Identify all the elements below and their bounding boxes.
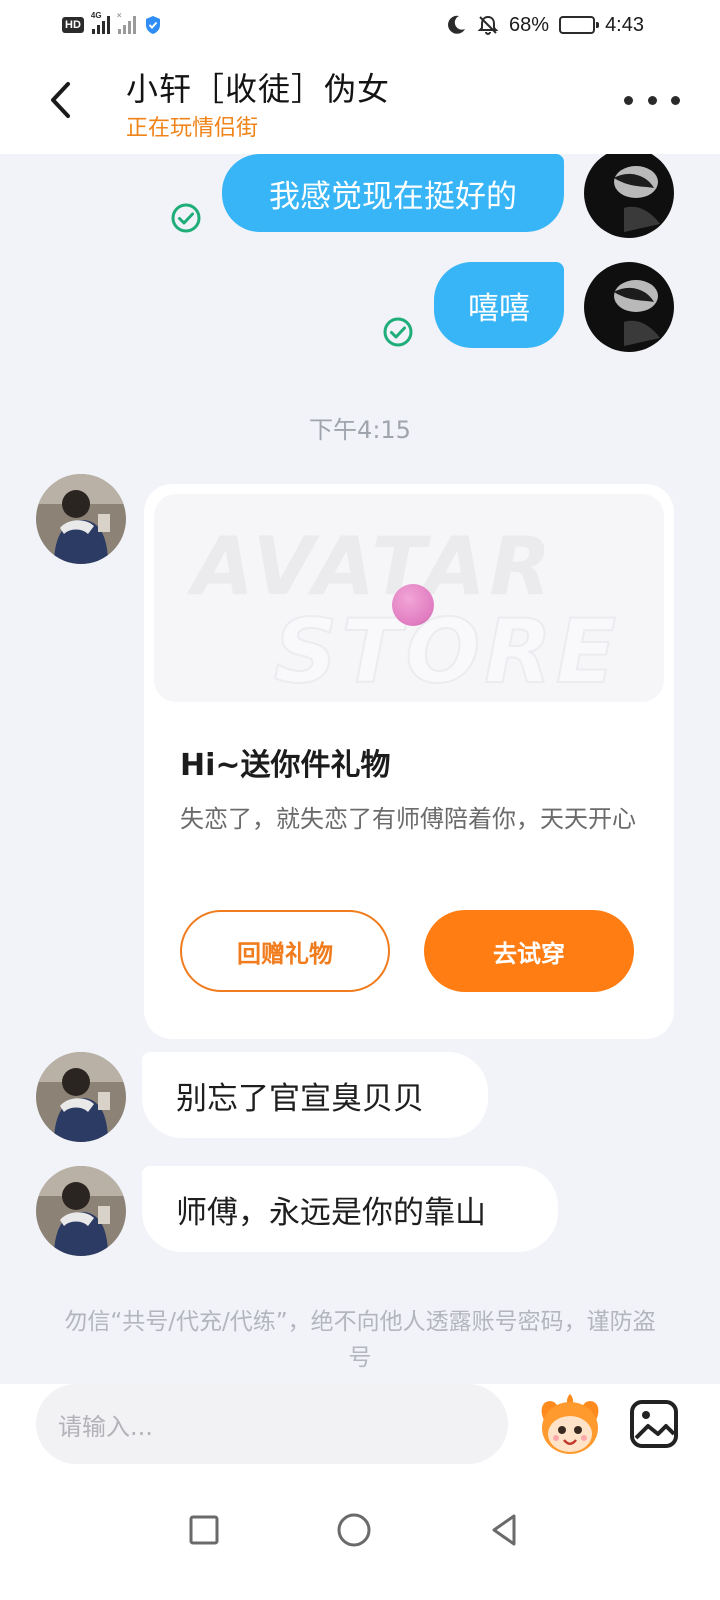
mute-bell-icon xyxy=(477,15,499,35)
message-input-placeholder: 请输入... xyxy=(58,1412,153,1441)
message-text: 师傅，永远是你的靠山 xyxy=(176,1194,486,1231)
status-bar: HD 4G × 68% 4:43 xyxy=(0,0,720,48)
chevron-left-icon xyxy=(51,82,70,118)
read-check-icon xyxy=(171,203,201,233)
gift-card[interactable]: AVATAR STORE Hi~送你件礼物 失恋了，就失恋了有师傅陪着你，天天开… xyxy=(144,484,674,1039)
more-dots-icon xyxy=(624,95,633,105)
friend-avatar[interactable] xyxy=(36,1166,126,1256)
input-bar: 请输入... xyxy=(0,1384,720,1480)
moon-icon xyxy=(448,15,466,34)
status-bar-right: 68% 4:43 xyxy=(445,12,644,38)
message-timestamp: 下午4:15 xyxy=(309,416,411,444)
outgoing-message-bubble[interactable]: 我感觉现在挺好的 xyxy=(222,154,564,232)
signal-strength-icon: 4G xyxy=(91,11,110,34)
incoming-message-bubble[interactable]: 师傅，永远是你的靠山 xyxy=(142,1166,558,1252)
back-button[interactable] xyxy=(40,76,80,124)
my-avatar-image xyxy=(584,262,674,352)
back-triangle-icon[interactable] xyxy=(484,1510,524,1550)
chat-subtitle: 正在玩情侣街 xyxy=(126,116,259,141)
try-on-label: 去试穿 xyxy=(493,939,565,968)
return-gift-button[interactable]: 回赠礼物 xyxy=(180,910,390,992)
home-icon[interactable] xyxy=(334,1510,374,1550)
gift-banner-image: AVATAR STORE xyxy=(154,494,664,702)
recent-apps-icon[interactable] xyxy=(184,1510,224,1550)
status-bar-left: HD 4G × xyxy=(62,11,162,38)
message-input[interactable]: 请输入... xyxy=(36,1384,508,1464)
sim2-no-service-mark: × xyxy=(116,11,122,20)
battery-icon xyxy=(559,16,600,34)
chat-header: 小轩［收徒］伪女 正在玩情侣街 xyxy=(0,48,720,154)
try-on-button[interactable]: 去试穿 xyxy=(424,910,634,992)
message-text: 别忘了官宣臭贝贝 xyxy=(176,1080,424,1117)
chat-title: 小轩［收徒］伪女 xyxy=(126,70,391,108)
hd-badge: HD xyxy=(62,17,84,33)
friend-avatar-image xyxy=(36,1052,126,1142)
my-avatar-image xyxy=(584,154,674,238)
system-nav-bar xyxy=(0,1480,720,1600)
safety-notice: 勿信“共号/代充/代练”，绝不向他人透露账号密码，谨防盗号 xyxy=(64,1309,656,1371)
friend-avatar-image xyxy=(36,1166,126,1256)
sim2-signal-icon: × xyxy=(117,11,136,34)
message-text: 嘻嘻 xyxy=(468,290,530,327)
friend-avatar[interactable] xyxy=(36,1052,126,1142)
shield-icon xyxy=(145,16,160,34)
gift-title: Hi~送你件礼物 xyxy=(180,748,391,783)
incoming-message-bubble[interactable]: 别忘了官宣臭贝贝 xyxy=(142,1052,488,1138)
banner-word-store: STORE xyxy=(273,599,621,702)
gift-description: 失恋了，就失恋了有师傅陪着你，天天开心 xyxy=(180,805,636,833)
chat-screen: HD 4G × 68% 4:43 小轩［收徒］伪女 正在玩情侣街 我感觉现在挺好… xyxy=(0,0,720,1600)
return-gift-label: 回赠礼物 xyxy=(237,939,333,968)
image-icon[interactable] xyxy=(628,1398,680,1450)
outgoing-message-bubble[interactable]: 嘻嘻 xyxy=(434,262,564,348)
more-dot xyxy=(647,95,657,105)
more-options-button[interactable] xyxy=(624,86,680,114)
gift-ball-icon xyxy=(392,584,434,626)
friend-avatar[interactable] xyxy=(36,474,126,564)
message-text: 我感觉现在挺好的 xyxy=(269,178,517,215)
message-list[interactable]: 我感觉现在挺好的 嘻嘻 下午4:15 AVATAR STORE Hi~送你件礼物… xyxy=(0,154,720,1384)
my-avatar[interactable] xyxy=(584,154,674,238)
status-time: 4:43 xyxy=(605,13,644,36)
battery-percent: 68% xyxy=(509,13,550,36)
network-type-label: 4G xyxy=(90,11,102,20)
my-avatar[interactable] xyxy=(584,262,674,352)
mascot-emoji-icon[interactable] xyxy=(534,1390,606,1460)
more-dot xyxy=(671,95,680,105)
read-check-icon xyxy=(383,317,413,347)
friend-avatar-image xyxy=(36,474,126,564)
